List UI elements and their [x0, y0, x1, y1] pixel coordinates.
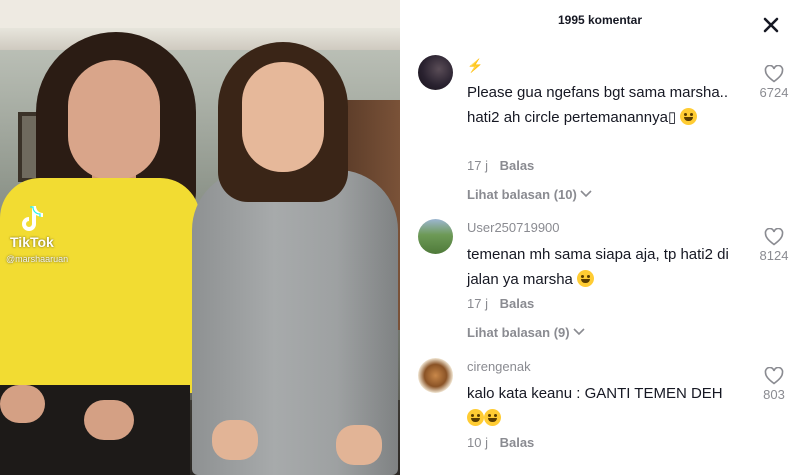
like-count: 803: [763, 387, 785, 402]
comment-time: 17 j: [467, 296, 488, 311]
wall-trim: [0, 28, 400, 50]
comment-text: Please gua ngefans bgt sama marsha.. hat…: [467, 80, 752, 130]
comment-meta: 17 j Balas: [467, 158, 534, 173]
close-icon: [763, 17, 779, 33]
avatar[interactable]: [418, 55, 453, 90]
comment-username[interactable]: ⚡: [467, 58, 483, 74]
comment-time: 17 j: [467, 158, 488, 173]
like-button[interactable]: 8124: [756, 228, 792, 263]
like-button[interactable]: 803: [756, 367, 792, 402]
reply-button[interactable]: Balas: [500, 435, 535, 450]
comments-panel: 1995 komentar ⚡ Please gua ngefans bgt s…: [400, 0, 800, 475]
person-right-face: [242, 62, 324, 172]
ceiling: [0, 0, 400, 30]
chevron-down-icon: [573, 328, 585, 336]
person-left-hand: [84, 400, 134, 440]
comment-text-body: kalo kata keanu : GANTI TEMEN DEH: [467, 385, 723, 402]
view-replies-button[interactable]: Lihat balasan (10): [467, 187, 593, 202]
reply-button[interactable]: Balas: [500, 296, 535, 311]
comment-time: 10 j: [467, 435, 488, 450]
person-left-face: [68, 60, 160, 180]
tiktok-handle-text: @marshaaruan: [6, 254, 69, 264]
comment-username[interactable]: cirengenak: [467, 359, 531, 374]
person-right-hand: [212, 420, 258, 460]
comment-text: kalo kata keanu : GANTI TEMEN DEH: [467, 381, 752, 431]
tiktok-brand-text: TikTok: [10, 234, 54, 250]
heart-icon: [764, 228, 784, 246]
like-count: 8124: [759, 248, 789, 263]
comment-text: temenan mh sama siapa aja, tp hati2 di j…: [467, 242, 752, 292]
view-replies-label: Lihat balasan (9): [467, 325, 570, 340]
avatar[interactable]: [418, 219, 453, 254]
view-replies-label: Lihat balasan (10): [467, 187, 577, 202]
tiktok-note-icon: [22, 206, 43, 231]
close-button[interactable]: [760, 14, 782, 36]
comment-text-body: temenan mh sama siapa aja, tp hati2 di j…: [467, 246, 729, 288]
like-button[interactable]: 6724: [756, 65, 792, 100]
reply-button[interactable]: Balas: [500, 158, 535, 173]
heart-icon: [764, 367, 784, 385]
grinning-sweat-emoji-icon: [484, 409, 501, 426]
grinning-sweat-emoji-icon: [577, 270, 595, 287]
video-player[interactable]: TikTok @marshaaruan: [0, 0, 400, 475]
heart-icon: [764, 65, 784, 83]
person-left-hand: [0, 385, 45, 423]
comment-meta: 10 j Balas: [467, 435, 534, 450]
crying-face-emoji-icon: [680, 108, 698, 125]
like-count: 6724: [759, 85, 789, 100]
avatar[interactable]: [418, 358, 453, 393]
comment-count-title: 1995 komentar: [557, 13, 643, 27]
tiktok-watermark: TikTok: [10, 204, 54, 250]
grinning-sweat-emoji-icon: [467, 409, 484, 426]
comment-meta: 17 j Balas: [467, 296, 534, 311]
comment-username[interactable]: User250719900: [467, 220, 560, 235]
person-right-hand: [336, 425, 382, 465]
view-replies-button[interactable]: Lihat balasan (9): [467, 325, 585, 340]
chevron-down-icon: [580, 190, 593, 198]
